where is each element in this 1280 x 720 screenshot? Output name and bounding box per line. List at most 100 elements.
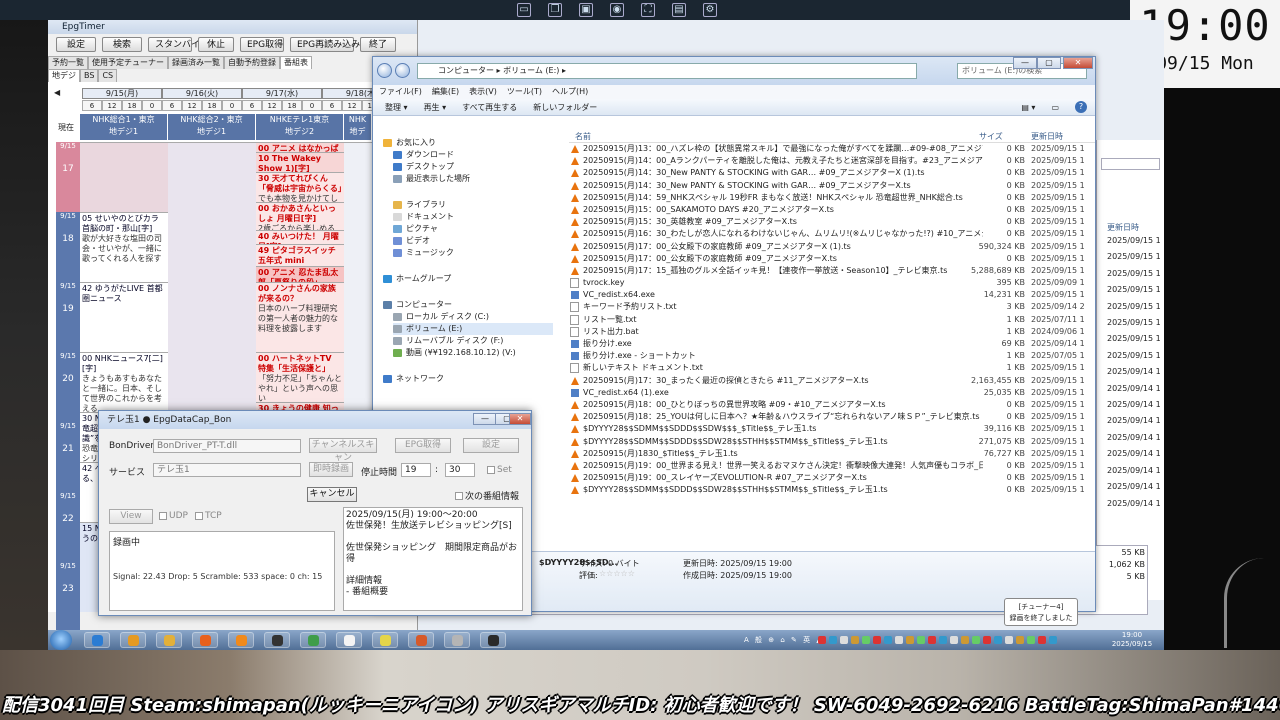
fullscreen-icon[interactable]: ⛶: [641, 3, 655, 17]
arrow-left-icon[interactable]: ◀: [54, 88, 60, 97]
column-size[interactable]: サイズ: [979, 131, 1003, 142]
stop-minute-select[interactable]: 30: [445, 463, 475, 477]
cap-close-button[interactable]: ✕: [509, 413, 531, 425]
hour-cell[interactable]: 12: [262, 100, 282, 111]
instant-record-button[interactable]: 即時録画: [309, 462, 353, 477]
start-button[interactable]: [50, 630, 72, 650]
toolbar-button-2[interactable]: スタンバイ: [148, 37, 200, 52]
file-row[interactable]: tvrock.key 395 KB 2025/09/09 1: [569, 277, 1095, 289]
udp-checkbox[interactable]: UDP: [159, 511, 188, 521]
file-row[interactable]: 20250915(月)19：00_スレイヤーズEVOLUTION-R #07_ア…: [569, 472, 1095, 484]
clock-icon[interactable]: [444, 632, 470, 648]
tcp-checkbox[interactable]: TCP: [195, 511, 222, 521]
nav-item[interactable]: デスクトップ: [393, 161, 553, 173]
tray-icon[interactable]: [950, 636, 958, 644]
toolbar-button-5[interactable]: EPG再読み込み: [290, 37, 360, 52]
minimize-button[interactable]: —: [1013, 57, 1037, 69]
toolbar-button-6[interactable]: 終了: [360, 37, 396, 52]
settings-icon[interactable]: ⚙: [703, 3, 717, 17]
hour-cell[interactable]: 6: [162, 100, 182, 111]
file-row[interactable]: VC_redist.x64.exe 14,231 KB 2025/09/15 1: [569, 289, 1095, 301]
file-row[interactable]: 20250915(月)16：30_わたしが恋人になれるわけないじゃん、ムリムリ!…: [569, 228, 1095, 240]
hour-cell[interactable]: 18: [202, 100, 222, 111]
program-cell[interactable]: 00 NHKニュース7[二][字] きょうもあすもあなたと一緒に。日本、そして世界…: [80, 352, 168, 412]
tray-icon[interactable]: [928, 636, 936, 644]
editor-icon[interactable]: [480, 632, 506, 648]
ie-icon[interactable]: [84, 632, 110, 648]
chrome-icon[interactable]: [300, 632, 326, 648]
file-row[interactable]: 20250915(月)18：00_ひとりぼっちの異世界攻略 #09・#10_アニ…: [569, 399, 1095, 411]
hour-cell[interactable]: 6: [322, 100, 342, 111]
view-options-icon[interactable]: ▤ ▾: [1021, 99, 1035, 115]
day-cell[interactable]: 9/17(水): [242, 88, 322, 99]
nav-item[interactable]: ピクチャ: [393, 223, 553, 235]
tray-icon[interactable]: [873, 636, 881, 644]
stop-hour-select[interactable]: 19: [401, 463, 431, 477]
file-row[interactable]: 20250915(月)15：30_英雄教室 #09_アニメジアターX.ts 0 K…: [569, 216, 1095, 228]
file-row[interactable]: 20250915(月)14：59_NHKスペシャル 19秒FR まもなく放送！N…: [569, 192, 1095, 204]
back-arrow-icon[interactable]: [377, 63, 392, 78]
day-cell[interactable]: 9/15(月): [82, 88, 162, 99]
file-row[interactable]: 20250915(月)19：00_世界まる見え！世界一笑えるおマヌケさん決定！衝…: [569, 460, 1095, 472]
address-bar[interactable]: コンピューター ▸ ボリューム (E:) ▸: [417, 63, 917, 79]
toolbar-button-1[interactable]: 検索: [102, 37, 142, 52]
file-row[interactable]: 20250915(月)17：00_公女殿下の家庭教師 #09_アニメジアターX …: [569, 241, 1095, 253]
file-row[interactable]: $DYYYY28$$SDMM$$SDDD$$SDW28$$STHH$$STMM$…: [569, 436, 1095, 448]
firefox-icon[interactable]: [192, 632, 218, 648]
set-checkbox[interactable]: Set: [487, 465, 512, 475]
next-program-checkbox[interactable]: 次の番組情報: [455, 489, 519, 502]
tray-icon[interactable]: [862, 636, 870, 644]
tray-icon[interactable]: [939, 636, 947, 644]
file-row[interactable]: 20250915(月)13：00_ハズレ枠の【状態異常スキル】で最強になった俺が…: [569, 143, 1095, 155]
program-cell[interactable]: 42 ゆうがたLIVE 首都圏ニュース: [80, 282, 168, 352]
tray-icon[interactable]: [994, 636, 1002, 644]
hour-cell[interactable]: 12: [102, 100, 122, 111]
file-row[interactable]: 20250915(月)17：00_公女殿下の家庭教師 #09_アニメジアターX.…: [569, 253, 1095, 265]
toolbar-button-3[interactable]: 休止: [198, 37, 234, 52]
tab-4[interactable]: 番組表: [280, 56, 312, 69]
command-1[interactable]: 再生 ▾: [424, 99, 447, 115]
tray-icon[interactable]: [840, 636, 848, 644]
explorer-icon[interactable]: [156, 632, 182, 648]
column-date[interactable]: 更新日時: [1031, 131, 1063, 142]
day-cell[interactable]: 9/16(火): [162, 88, 242, 99]
hour-cell[interactable]: 6: [242, 100, 262, 111]
program-cell[interactable]: 10 The Wakey Show 1)[字]: [256, 152, 344, 172]
tab-0[interactable]: 予約一覧: [48, 56, 88, 69]
menu-item-0[interactable]: ファイル(F): [379, 85, 422, 99]
hour-cell[interactable]: 12: [182, 100, 202, 111]
hour-cell[interactable]: 0: [302, 100, 322, 111]
channel-scan-button[interactable]: チャンネルスキャン: [309, 438, 377, 463]
hour-cell[interactable]: 18: [282, 100, 302, 111]
eye-icon[interactable]: ◉: [610, 3, 624, 17]
program-cell[interactable]: 30 天才てれびくん「脅威は宇宙からくる」でも本物を見かけてしまった！情報を追加…: [256, 172, 344, 202]
command-2[interactable]: すべて再生する: [462, 99, 517, 115]
file-row[interactable]: 20250915(月)1830_$Title$$_テレ玉1.ts 76,727 K…: [569, 448, 1095, 460]
menu-item-4[interactable]: ヘルプ(H): [552, 85, 588, 99]
tray-icon[interactable]: [972, 636, 980, 644]
file-row[interactable]: 20250915(月)15：00_SAKAMOTO DAYS #20_アニメジア…: [569, 204, 1095, 216]
program-cell[interactable]: 00 アニメ 忍たま乱太郎「夏祭りの段」: [256, 266, 344, 282]
nav-item[interactable]: ネットワーク: [383, 373, 553, 385]
nav-item[interactable]: リムーバブル ディスク (F:): [393, 335, 553, 347]
monitor-icon[interactable]: ▭: [517, 3, 531, 17]
nav-item[interactable]: ローカル ディスク (C:): [393, 311, 553, 323]
column-name[interactable]: 名前: [575, 131, 591, 142]
cancel-button[interactable]: キャンセル: [307, 487, 357, 502]
subtab-1[interactable]: BS: [80, 69, 99, 82]
hour-cell[interactable]: 0: [142, 100, 162, 111]
tray-icon[interactable]: [1049, 636, 1057, 644]
service-select[interactable]: テレ玉1: [153, 463, 301, 477]
epgtimer-icon[interactable]: [408, 632, 434, 648]
program-cell[interactable]: 00 ノンナさんの家族が来るの？ 日本のハーブ料理研究の第一人者の魅力的な料理を披…: [256, 282, 344, 352]
tab-2[interactable]: 録画済み一覧: [168, 56, 224, 69]
hour-cell[interactable]: 12: [342, 100, 362, 111]
cap-minimize-button[interactable]: —: [473, 413, 497, 425]
help-icon[interactable]: ?: [1075, 101, 1087, 113]
channel-header[interactable]: NHK 地デ: [344, 114, 372, 140]
program-cell[interactable]: 49 ピタゴラスイッチ 五年式 mini: [256, 244, 344, 266]
tray-icon[interactable]: [983, 636, 991, 644]
preview-pane-icon[interactable]: ▭: [1051, 99, 1059, 115]
tab-3[interactable]: 自動予約登録: [224, 56, 280, 69]
file-row[interactable]: 振り分け.exe 69 KB 2025/09/14 1: [569, 338, 1095, 350]
